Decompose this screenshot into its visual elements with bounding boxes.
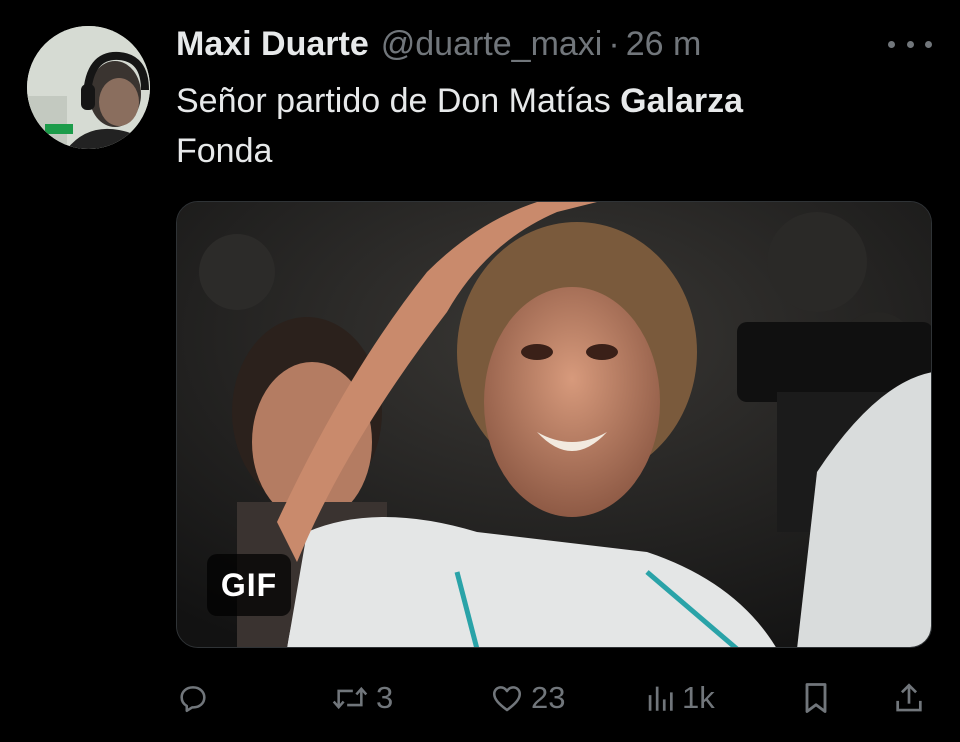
author-display-name[interactable]: Maxi Duarte	[176, 25, 369, 64]
retweet-icon	[332, 686, 368, 710]
share-button[interactable]	[892, 668, 926, 728]
more-horizontal-icon	[888, 40, 895, 48]
like-count: 23	[531, 680, 566, 715]
tweet-text-prefix: Señor partido de Don Matías	[176, 82, 621, 120]
tweet-timestamp[interactable]: 26 m	[626, 25, 702, 64]
more-horizontal-icon-dot	[925, 40, 932, 48]
more-horizontal-icon-dot	[906, 40, 914, 48]
tweet-text-line-1: Señor partido de Don Matías Galarza	[176, 76, 936, 126]
header-separator: ·	[608, 24, 620, 63]
tweet-text: Señor partido de Don Matías Galarza Fond…	[176, 76, 936, 176]
like-button[interactable]: 23	[489, 668, 565, 728]
reply-button[interactable]	[176, 668, 216, 728]
author-handle[interactable]: @duarte_maxi	[381, 25, 603, 64]
tweet-text-bold-name: Galarza	[620, 82, 744, 120]
views-button[interactable]: 1k	[644, 668, 715, 728]
author-avatar[interactable]	[27, 26, 150, 149]
reply-icon	[180, 686, 206, 713]
tweet-action-bar: 3 23 1k	[0, 668, 960, 728]
retweet-button[interactable]: 3	[330, 668, 393, 728]
tweet-media-gif[interactable]: GIF	[176, 201, 932, 648]
views-chart-icon	[648, 686, 673, 711]
more-options-button[interactable]	[888, 32, 932, 56]
tweet-header: Maxi Duarte @duarte_maxi · 26 m	[176, 22, 960, 66]
gif-badge: GIF	[207, 554, 291, 616]
tweet-text-line-2: Fonda	[176, 132, 273, 170]
avatar-image	[27, 26, 150, 149]
heart-icon	[492, 686, 522, 712]
views-count: 1k	[682, 680, 715, 715]
retweet-count: 3	[376, 680, 394, 715]
bookmark-icon	[805, 683, 827, 713]
share-icon	[896, 683, 922, 712]
bookmark-button[interactable]	[801, 668, 831, 728]
